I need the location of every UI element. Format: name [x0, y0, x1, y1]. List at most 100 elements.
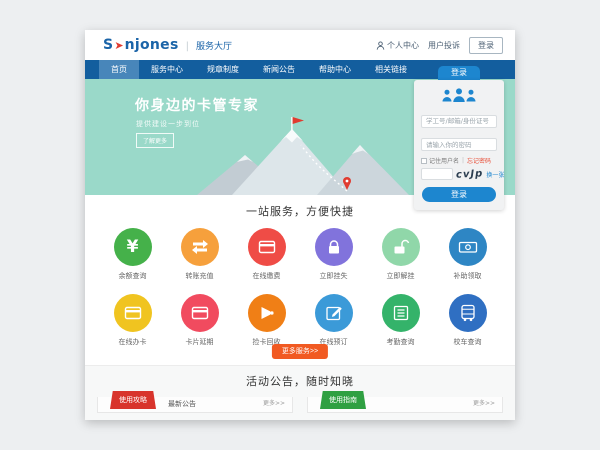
- announcements-title: 活动公告，随时知晓: [85, 366, 515, 389]
- yuan-icon: ¥: [127, 237, 139, 257]
- logo-text: S: [103, 37, 113, 53]
- service-label: 补助领取: [437, 271, 499, 281]
- service-transfer-recharge[interactable]: 转账充值: [169, 228, 231, 281]
- service-report-loss[interactable]: 立即挂失: [303, 228, 365, 281]
- service-school-bus[interactable]: 校车查询: [437, 294, 499, 347]
- personal-center-link[interactable]: 个人中心: [376, 40, 419, 51]
- transfer-icon: [190, 237, 210, 257]
- top-header: S➤njones | 服务大厅 个人中心 用户投诉 登录: [85, 30, 515, 60]
- service-online-booking[interactable]: 在线预订: [303, 294, 365, 347]
- header-login-button[interactable]: 登录: [469, 37, 503, 54]
- users-icon: [441, 87, 477, 103]
- service-label: 校车查询: [437, 337, 499, 347]
- service-card-recovery[interactable]: 捡卡回收: [236, 294, 298, 347]
- service-circle: [114, 294, 152, 332]
- nav-item-home[interactable]: 首页: [99, 60, 139, 79]
- nav-item-links[interactable]: 相关链接: [363, 60, 419, 79]
- captcha-image: cvJp: [456, 168, 484, 180]
- remember-checkbox[interactable]: [421, 158, 427, 164]
- user-complaints-link[interactable]: 用户投诉: [428, 40, 460, 51]
- captcha-refresh-link[interactable]: 换一张: [486, 170, 504, 179]
- service-subsidy-collect[interactable]: 补助领取: [437, 228, 499, 281]
- announcement-header-right: 使用指南 更多>>: [307, 397, 503, 413]
- service-circle: [449, 228, 487, 266]
- card-icon: [257, 237, 277, 257]
- hero-subtitle: 提供建设一步到位: [136, 119, 200, 129]
- service-circle: ¥: [114, 228, 152, 266]
- logo-subtitle: 服务大厅: [196, 39, 232, 52]
- logo[interactable]: S➤njones | 服务大厅: [103, 37, 232, 53]
- login-panel: 登录 记住用户名 | 忘记密码 cvJp 换一张 登录: [414, 66, 504, 210]
- user-complaints-label: 用户投诉: [428, 40, 460, 51]
- more-services-button[interactable]: 更多服务>>: [272, 344, 328, 359]
- service-circle: [181, 294, 219, 332]
- service-label: 卡片延期: [169, 337, 231, 347]
- hero-title: 你身边的卡管专家: [135, 95, 259, 115]
- nav-item-service-center[interactable]: 服务中心: [139, 60, 195, 79]
- nav-item-news[interactable]: 新闻公告: [251, 60, 307, 79]
- nav-item-rules[interactable]: 规章制度: [195, 60, 251, 79]
- logo-arrow-icon: ➤: [113, 39, 124, 52]
- announcement-header-left: 使用攻略 最新公告 更多>>: [97, 397, 293, 413]
- service-card-extension[interactable]: 卡片延期: [169, 294, 231, 347]
- service-label: 在线办卡: [102, 337, 164, 347]
- captcha-input[interactable]: [421, 168, 453, 180]
- service-balance-inquiry[interactable]: ¥ 余额查询: [102, 228, 164, 281]
- forgot-password-link[interactable]: 忘记密码: [467, 156, 491, 165]
- tab-latest-announcements[interactable]: 最新公告: [168, 396, 196, 412]
- service-circle: [315, 294, 353, 332]
- login-submit-button[interactable]: 登录: [422, 187, 496, 202]
- service-circle: [248, 294, 286, 332]
- list-icon: [391, 303, 411, 323]
- services-row-2: 在线办卡 卡片延期 捡卡回收 在线预订: [85, 294, 515, 347]
- tab-usage-guide[interactable]: 使用指南: [320, 391, 366, 409]
- service-attendance[interactable]: 考勤查询: [370, 294, 432, 347]
- banknote-icon: [458, 237, 478, 257]
- password-input[interactable]: [421, 138, 497, 151]
- username-input[interactable]: [421, 115, 497, 128]
- service-circle: [449, 294, 487, 332]
- service-label: 余额查询: [102, 271, 164, 281]
- service-label: 在线缴费: [236, 271, 298, 281]
- announcement-columns: 使用攻略 最新公告 更多>> 使用指南 更多>>: [85, 397, 515, 413]
- login-form: 记住用户名 | 忘记密码 cvJp 换一张 登录: [414, 80, 504, 210]
- service-label: 考勤查询: [370, 337, 432, 347]
- card-icon: [123, 303, 143, 323]
- unlock-icon: [391, 237, 411, 257]
- service-circle: [248, 228, 286, 266]
- announcement-col-left: 使用攻略 最新公告 更多>>: [97, 397, 293, 413]
- announcement-col-right: 使用指南 更多>>: [307, 397, 503, 413]
- tab-usage-strategy[interactable]: 使用攻略: [110, 391, 156, 409]
- edit-icon: [324, 303, 344, 323]
- service-label: 转账充值: [169, 271, 231, 281]
- megaphone-icon: [257, 303, 277, 323]
- more-link-left[interactable]: 更多>>: [263, 396, 292, 412]
- personal-center-label: 个人中心: [387, 40, 419, 51]
- service-online-card[interactable]: 在线办卡: [102, 294, 164, 347]
- card-icon: [190, 303, 210, 323]
- page-card: S➤njones | 服务大厅 个人中心 用户投诉 登录 首页 服务中心 规章制…: [85, 30, 515, 420]
- header-right: 个人中心 用户投诉 登录: [376, 37, 503, 54]
- lock-icon: [324, 237, 344, 257]
- more-link-right[interactable]: 更多>>: [473, 396, 502, 412]
- service-label: 立即解挂: [370, 271, 432, 281]
- nav-item-help-center[interactable]: 帮助中心: [307, 60, 363, 79]
- person-icon: [376, 41, 385, 50]
- service-label: 立即挂失: [303, 271, 365, 281]
- service-circle: [382, 294, 420, 332]
- remember-row: 记住用户名 | 忘记密码: [421, 156, 497, 165]
- service-circle: [382, 228, 420, 266]
- remember-label: 记住用户名: [429, 156, 459, 165]
- announcements-section: 活动公告，随时知晓 使用攻略 最新公告 更多>> 使用指南 更多>>: [85, 365, 515, 420]
- bus-icon: [458, 303, 478, 323]
- logo-divider: |: [186, 41, 189, 52]
- services-row-1: ¥ 余额查询 转账充值 在线缴费 立即挂失: [85, 228, 515, 281]
- hero-cta-button[interactable]: 了解更多: [136, 133, 174, 148]
- service-unfreeze[interactable]: 立即解挂: [370, 228, 432, 281]
- captcha-row: cvJp 换一张: [421, 168, 497, 180]
- logo-text: njones: [125, 37, 179, 53]
- service-online-payment[interactable]: 在线缴费: [236, 228, 298, 281]
- login-panel-tab[interactable]: 登录: [438, 66, 480, 80]
- mountain-illustration: [197, 115, 409, 195]
- service-circle: [315, 228, 353, 266]
